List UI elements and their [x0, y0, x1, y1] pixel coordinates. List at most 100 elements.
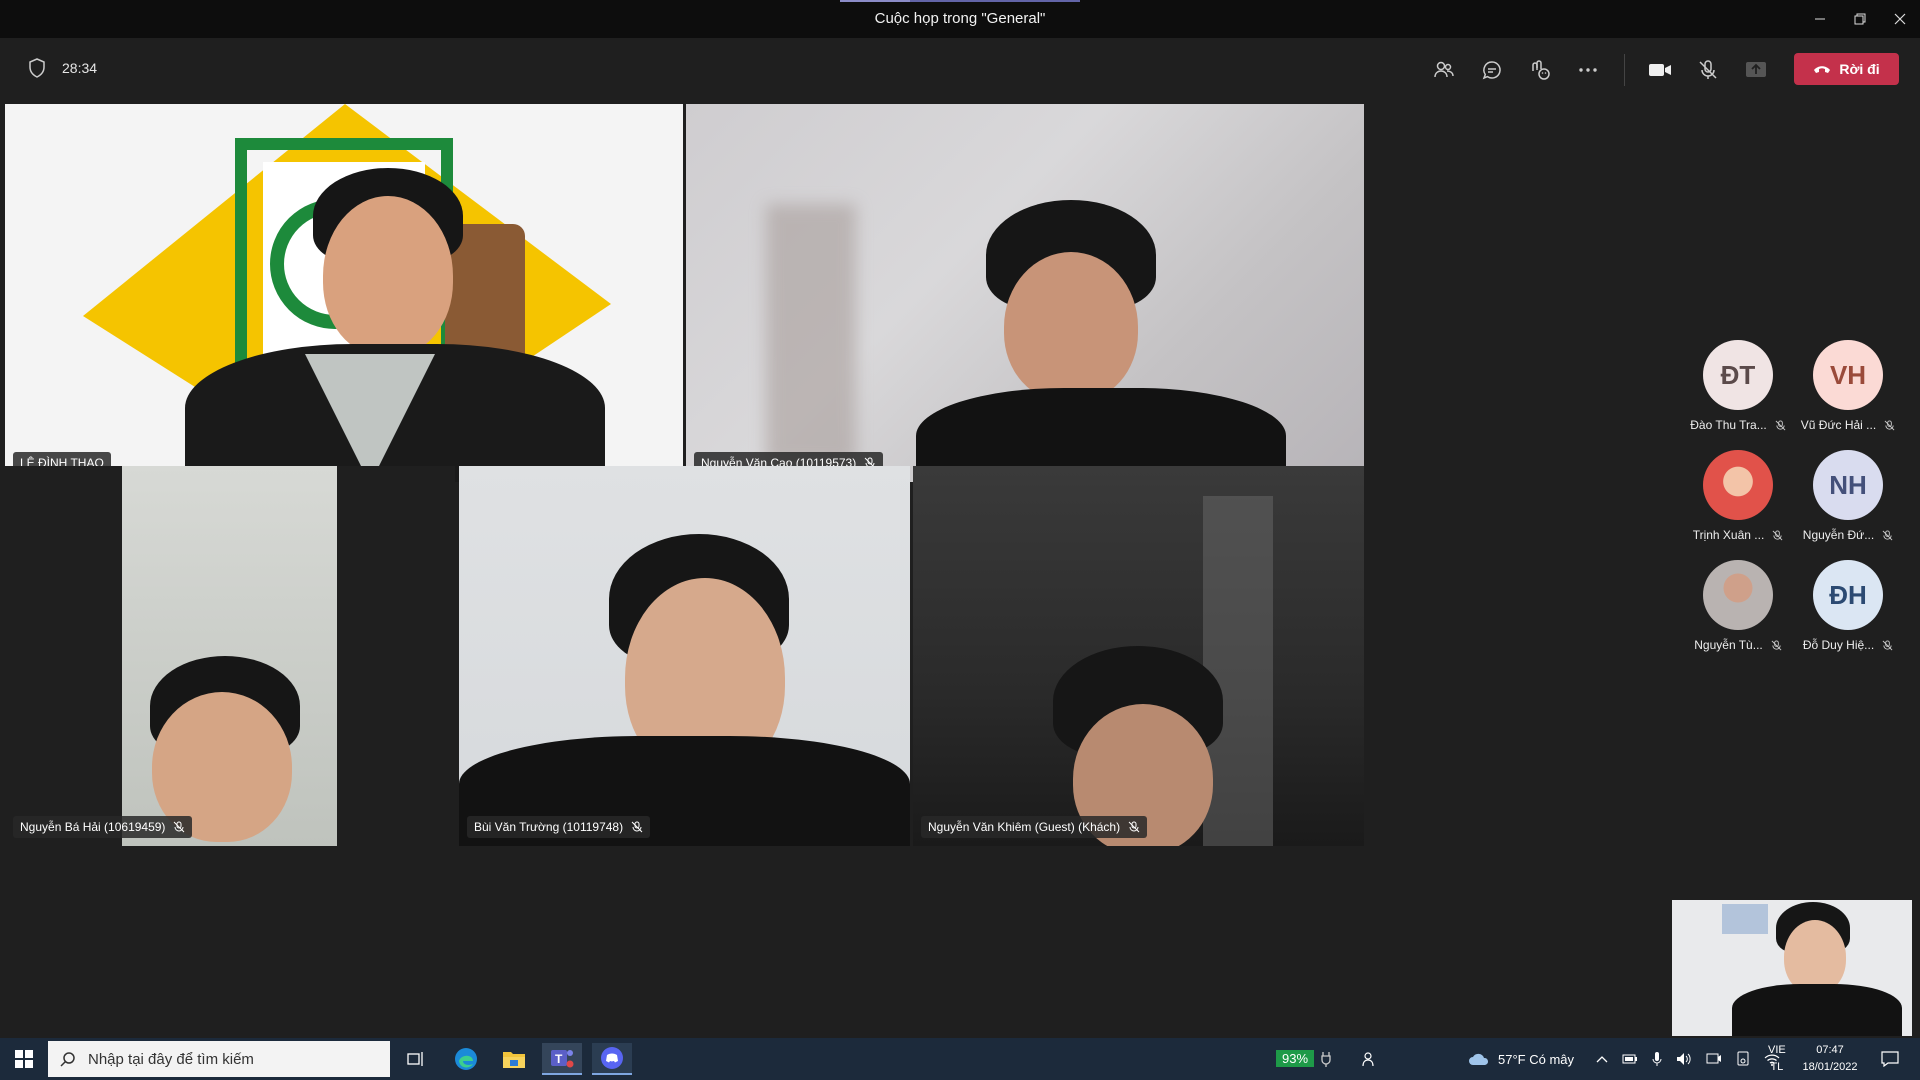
windows-icon	[15, 1050, 33, 1068]
roster-name: Trịnh Xuân ...	[1692, 528, 1765, 542]
folder-icon	[503, 1052, 525, 1068]
meet-now-icon[interactable]	[1706, 1052, 1722, 1066]
person-face	[1004, 252, 1138, 402]
file-explorer-button[interactable]	[494, 1043, 534, 1075]
search-placeholder: Nhập tại đây để tìm kiếm	[88, 1050, 254, 1068]
mic-off-icon	[1128, 821, 1140, 833]
microphone-button[interactable]	[1692, 54, 1724, 86]
reactions-button[interactable]	[1524, 54, 1556, 86]
restore-button[interactable]	[1840, 0, 1880, 38]
roster-name-row: Vũ Đức Hải ...	[1798, 418, 1898, 432]
windows-taskbar: Nhập tại đây để tìm kiếm T 93% 57°F Có m…	[0, 1038, 1920, 1080]
edge-icon	[455, 1048, 477, 1070]
participant-nametag: Nguyễn Bá Hải (10619459)	[13, 816, 193, 838]
roster-participant[interactable]: ĐH Đỗ Duy Hiệ...	[1798, 560, 1898, 652]
task-view-button[interactable]	[396, 1043, 436, 1075]
language-indicator[interactable]: VIE TL	[1768, 1042, 1786, 1076]
roster-name-row: Đỗ Duy Hiệ...	[1798, 638, 1898, 652]
roster-name-row: Nguyễn Đứ...	[1798, 528, 1898, 542]
share-screen-button[interactable]	[1740, 54, 1772, 86]
cloud-icon	[1469, 1053, 1489, 1065]
leave-button[interactable]: Rời đi	[1794, 53, 1899, 85]
participants-button[interactable]	[1428, 54, 1460, 86]
mic-off-icon	[1882, 639, 1893, 650]
roster-participant[interactable]: Nguyễn Tù...	[1688, 560, 1788, 652]
mic-off-icon	[1699, 60, 1717, 79]
roster-name-row: Đào Thu Tra...	[1688, 418, 1788, 432]
avatar: ĐT	[1703, 340, 1773, 410]
participant-name: Nguyễn Bá Hải (10619459)	[20, 820, 166, 834]
background-poster	[1722, 904, 1768, 934]
volume-icon[interactable]	[1676, 1052, 1692, 1066]
taskbar-clock[interactable]: 07:47 18/01/2022	[1788, 1042, 1872, 1076]
share-icon	[1746, 62, 1766, 77]
microphone-tray-icon[interactable]	[1652, 1051, 1662, 1067]
roster-participant[interactable]: Trịnh Xuân ...	[1688, 450, 1788, 542]
roster-participant[interactable]: VH Vũ Đức Hải ...	[1798, 340, 1898, 432]
avatar: ĐH	[1813, 560, 1883, 630]
person-face	[1784, 920, 1846, 994]
start-button[interactable]	[4, 1043, 44, 1075]
participant-nametag: Bùi Văn Trường (10119748)	[467, 816, 651, 838]
self-view[interactable]	[1672, 900, 1912, 1036]
more-actions-button[interactable]	[1572, 54, 1604, 86]
roster-name-row: Trịnh Xuân ...	[1688, 528, 1788, 542]
video-frame	[122, 466, 337, 846]
phone-hangup-icon	[1814, 66, 1831, 73]
meeting-timer: 28:34	[62, 60, 98, 76]
camera-button[interactable]	[1644, 54, 1676, 86]
input-method: TL	[1770, 1061, 1784, 1073]
shield-icon	[29, 58, 45, 78]
device-tray-icon[interactable]	[1736, 1051, 1750, 1067]
more-icon	[1579, 68, 1597, 72]
avatar: VH	[1813, 340, 1883, 410]
roster-name: Nguyễn Tù...	[1694, 638, 1763, 652]
roster-participant[interactable]: NH Nguyễn Đứ...	[1798, 450, 1898, 542]
taskbar-search-input[interactable]: Nhập tại đây để tìm kiếm	[48, 1041, 390, 1077]
close-window-button[interactable]	[1880, 0, 1920, 38]
participant-nametag: Nguyễn Văn Khiêm (Guest) (Khách)	[921, 816, 1148, 838]
reactions-icon	[1532, 60, 1550, 80]
roster-participant[interactable]: ĐT Đào Thu Tra...	[1688, 340, 1788, 432]
video-tile-4[interactable]: Bùi Văn Trường (10119748)	[459, 466, 910, 846]
video-tile-5[interactable]: Nguyễn Văn Khiêm (Guest) (Khách)	[913, 466, 1364, 846]
discord-icon	[601, 1047, 623, 1069]
power-plug-icon	[1314, 1043, 1338, 1075]
close-icon	[1894, 13, 1906, 25]
background-door	[1203, 496, 1273, 846]
minimize-icon	[1815, 18, 1825, 20]
video-tile-2[interactable]: Nguyễn Văn Cao (10119573)	[686, 104, 1364, 482]
mic-off-icon	[1884, 419, 1895, 430]
minimize-button[interactable]	[1800, 0, 1840, 38]
person-body	[1732, 984, 1902, 1036]
camera-icon	[1649, 64, 1671, 76]
people-tray-button[interactable]	[1354, 1043, 1384, 1075]
roster-name-row: Nguyễn Tù...	[1688, 638, 1788, 652]
battery-indicator[interactable]: 93%	[1276, 1050, 1315, 1067]
weather-widget[interactable]: 57°F Có mây	[1468, 1038, 1574, 1080]
mic-off-icon	[174, 821, 185, 833]
plug-icon	[1321, 1052, 1331, 1067]
person-tray-icon	[1362, 1052, 1374, 1067]
teams-icon: T	[551, 1050, 574, 1068]
weather-text: 57°F Có mây	[1498, 1051, 1575, 1067]
notification-icon	[1881, 1051, 1899, 1067]
discord-button[interactable]	[592, 1043, 632, 1075]
mic-off-icon	[631, 821, 643, 833]
edge-button[interactable]	[446, 1043, 486, 1075]
notification-center-button[interactable]	[1870, 1043, 1910, 1075]
avatar-photo	[1703, 450, 1773, 520]
task-view-icon	[407, 1052, 423, 1066]
person-face	[323, 196, 453, 356]
svg-text:T: T	[555, 1052, 563, 1066]
teams-button[interactable]: T	[542, 1043, 582, 1075]
video-tile-1[interactable]: LÊ ĐÌNH THAO	[5, 104, 683, 482]
chevron-up-icon[interactable]	[1596, 1055, 1608, 1063]
battery-tray-icon[interactable]	[1622, 1053, 1638, 1065]
clock-time: 07:47	[1816, 1044, 1844, 1056]
chat-button[interactable]	[1476, 54, 1508, 86]
video-tile-3[interactable]: Nguyễn Bá Hải (10619459)	[5, 466, 455, 846]
mic-off-icon	[1775, 419, 1786, 430]
clock-date: 18/01/2022	[1802, 1061, 1858, 1073]
mic-off-icon	[1771, 639, 1782, 650]
